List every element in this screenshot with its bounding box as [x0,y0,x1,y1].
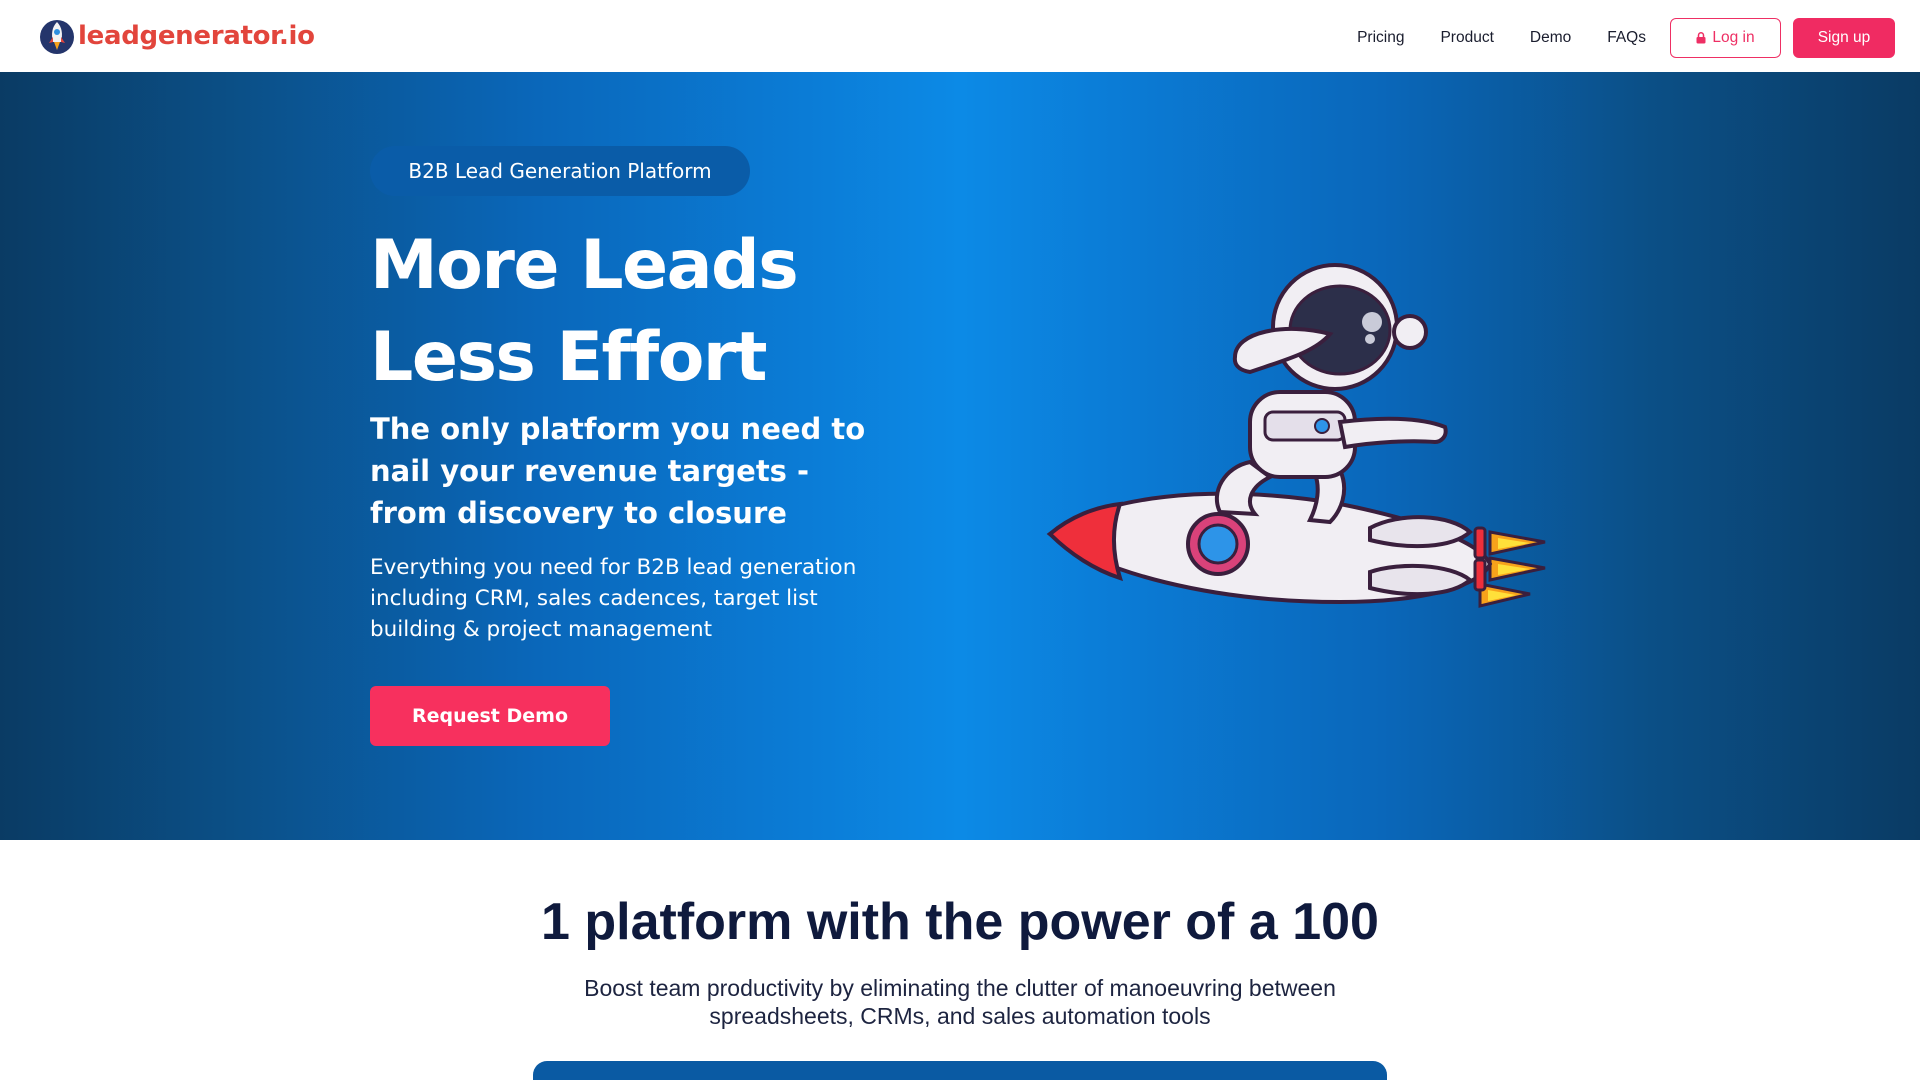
signup-label: Sign up [1817,29,1871,46]
hero-section: B2B Lead Generation Platform More Leads … [0,72,1920,840]
nav-link-faqs[interactable]: FAQs [1607,29,1646,47]
astronaut-riding-rocket-illustration [1046,263,1546,608]
nav-link-product[interactable]: Product [1440,29,1493,47]
login-label: Log in [1712,29,1755,46]
nav-link-pricing[interactable]: Pricing [1357,29,1404,47]
lock-icon [1696,32,1706,44]
rocket-flames [1478,530,1546,608]
rocket-icon [40,20,74,54]
rocket [1046,491,1493,605]
request-demo-button[interactable]: Request Demo [370,686,610,746]
brand-name: leadgenerator.io [78,21,315,51]
nav-link-demo[interactable]: Demo [1530,29,1571,47]
request-demo-label: Request Demo [411,705,569,727]
hero-subheadline: The only platform you need to nail your … [370,412,866,530]
platform-section-subtitle: Boost team productivity by eliminating t… [584,975,1336,1029]
hero-headline-line2: Less Effort [370,318,767,397]
nav-links: Pricing Product Demo FAQs Log in Sign up [1357,18,1895,58]
signup-button[interactable]: Sign up [1793,18,1895,58]
astronaut [1214,263,1448,525]
hero-headline-line1: More Leads [370,226,799,305]
hero-description: Everything you need for B2B lead generat… [370,555,857,642]
hero-headline: More Leads Less Effort [370,220,799,404]
platform-preview-panel [533,1061,1387,1080]
platform-section-title: 1 platform with the power of a 100 [541,893,1379,951]
hero-badge: B2B Lead Generation Platform [370,146,750,196]
top-navbar: leadgenerator.io Pricing Product Demo FA… [0,0,1920,72]
login-button[interactable]: Log in [1670,18,1781,58]
brand-logo[interactable]: leadgenerator.io [38,16,315,56]
